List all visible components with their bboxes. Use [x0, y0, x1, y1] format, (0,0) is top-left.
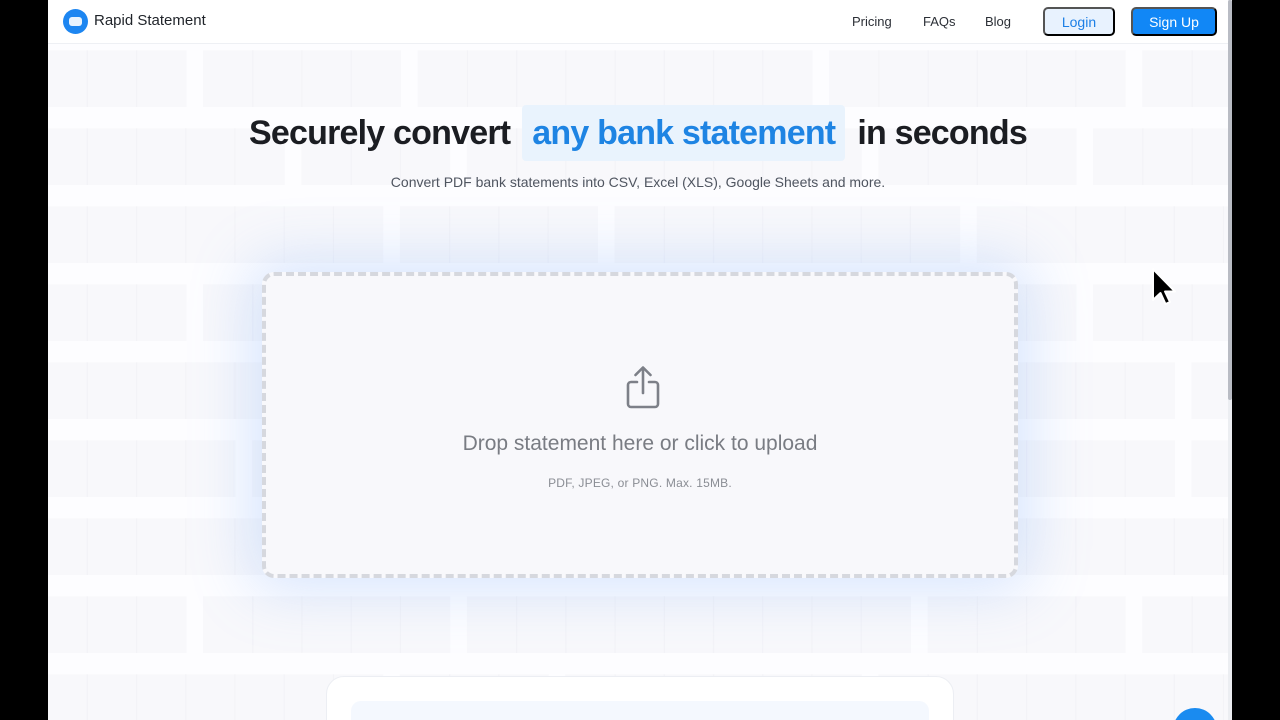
page: ▆▆▆ ▆▆▆▆ ▆▆▆▆▆▆▆▆ ▆▆▆▆▆▆ ▆▆▆▆▆▆▆▆▆ ▆▆▆▆▆… [48, 0, 1228, 720]
login-button[interactable]: Login [1043, 7, 1115, 36]
dropzone-title: Drop statement here or click to upload [462, 432, 818, 455]
dropzone-hint: PDF, JPEG, or PNG. Max. 15MB. [548, 476, 732, 490]
hero-title-before: Securely convert [249, 113, 511, 152]
bottom-card-inner [351, 701, 929, 720]
brand-name[interactable]: Rapid Statement [94, 12, 206, 29]
navbar: Rapid Statement Pricing FAQs Blog Login … [48, 0, 1228, 44]
scrollbar-thumb[interactable] [1228, 0, 1232, 400]
hero-title-highlight: any bank statement [522, 105, 846, 161]
share-upload-icon [626, 366, 660, 409]
hero-subtitle: Convert PDF bank statements into CSV, Ex… [390, 174, 886, 190]
nav-link-pricing[interactable]: Pricing [852, 14, 892, 29]
hero-title: Securely convert any bank statement in s… [48, 104, 1228, 162]
bottom-card [326, 676, 954, 720]
nav-link-faqs[interactable]: FAQs [923, 14, 956, 29]
mouse-cursor-icon [1152, 268, 1176, 305]
vertical-scrollbar[interactable] [1228, 0, 1232, 720]
signup-button[interactable]: Sign Up [1131, 7, 1217, 36]
hero-title-after: in seconds [857, 113, 1027, 152]
nav-link-blog[interactable]: Blog [985, 14, 1011, 29]
upload-dropzone[interactable]: Drop statement here or click to upload P… [262, 272, 1018, 578]
chat-widget-icon[interactable] [1173, 708, 1217, 720]
brand-logo-icon[interactable] [63, 9, 88, 34]
